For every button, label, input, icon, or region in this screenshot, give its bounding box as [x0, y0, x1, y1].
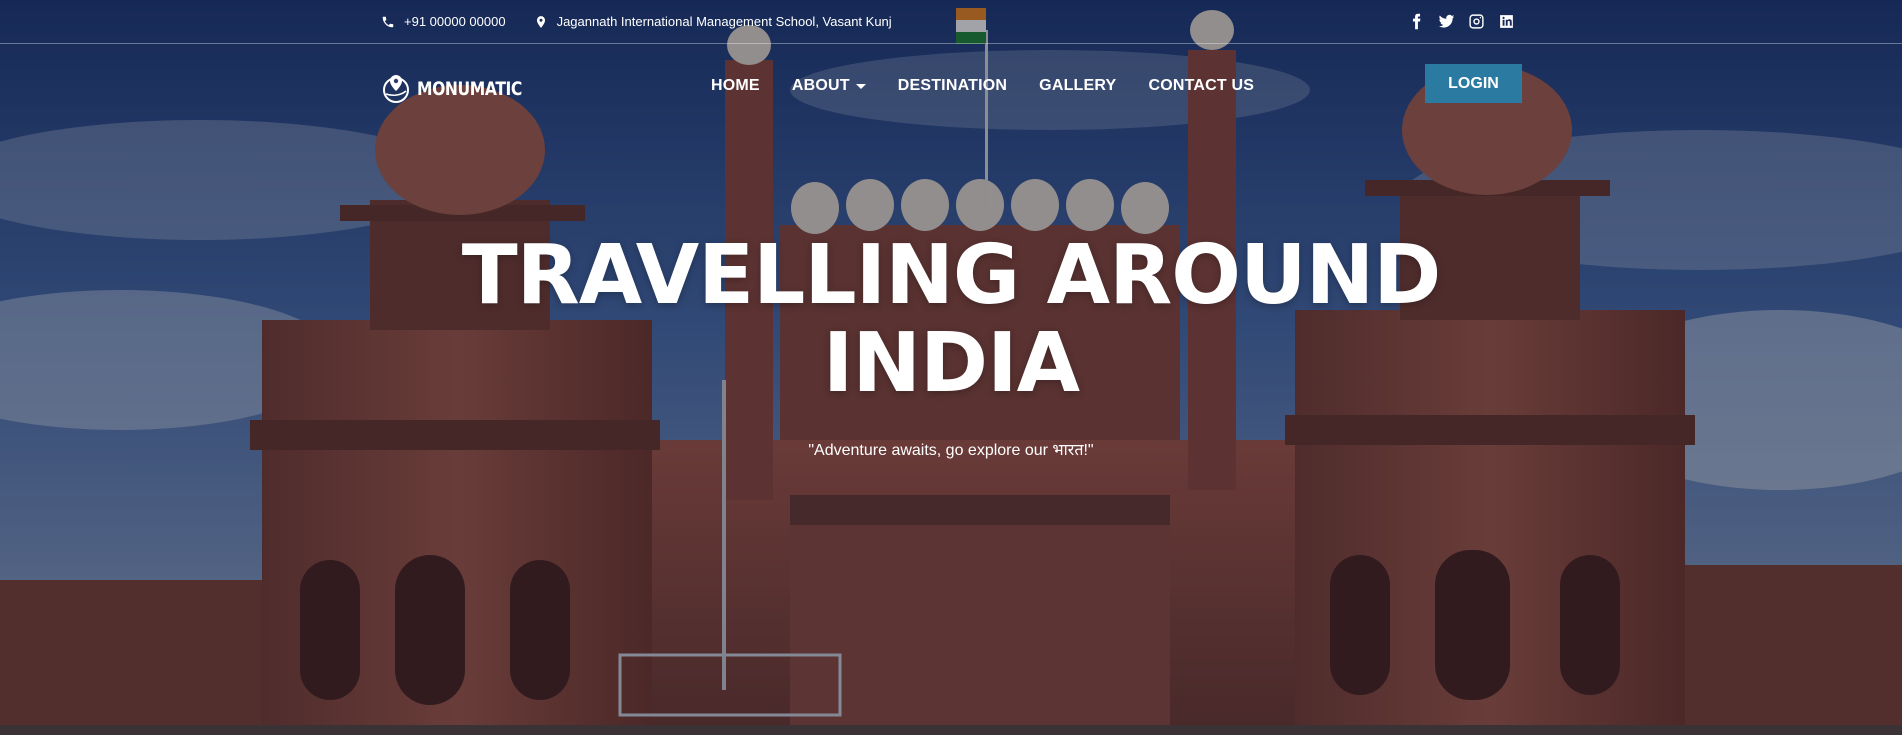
login-button[interactable]: LOGIN	[1425, 64, 1522, 103]
phone-number: +91 00000 00000	[404, 14, 506, 29]
hero-quote: "Adventure awaits, go explore our भारत!"	[808, 442, 1094, 459]
nav-item-about[interactable]: ABOUT	[792, 77, 866, 95]
phone-icon	[382, 16, 394, 27]
nav-label: CONTACT US	[1148, 77, 1255, 94]
topbar-contact: +91 00000 00000 Jagannath International …	[381, 0, 892, 43]
twitter-icon	[1438, 14, 1455, 28]
instagram-link[interactable]	[1468, 13, 1485, 30]
main-navbar: MONUMATIC HOME ABOUT DESTINATION GALLERY…	[0, 44, 1902, 124]
brand-logo[interactable]: MONUMATIC	[381, 72, 545, 106]
globe-pin-logo-icon	[383, 75, 409, 103]
phone-contact[interactable]: +91 00000 00000	[381, 14, 506, 29]
nav-item-gallery[interactable]: GALLERY	[1039, 77, 1116, 95]
social-links	[1408, 0, 1515, 43]
linkedin-icon	[1500, 15, 1513, 28]
nav-label: ABOUT	[791, 77, 850, 94]
nav-item-destination[interactable]: DESTINATION	[898, 77, 1007, 95]
brand-name: MONUMATIC	[417, 78, 522, 100]
nav-label: HOME	[711, 77, 760, 94]
nav-item-contact-us[interactable]: CONTACT US	[1148, 77, 1254, 95]
address-text: Jagannath International Management Schoo…	[556, 14, 892, 29]
hero-title: TRAVELLING AROUND INDIA	[0, 232, 1902, 408]
hero-title-line-1: TRAVELLING AROUND	[461, 228, 1442, 323]
linkedin-link[interactable]	[1498, 13, 1515, 30]
hero-title-line-2: INDIA	[822, 316, 1080, 411]
nav-menu: HOME ABOUT DESTINATION GALLERY CONTACT U…	[711, 72, 1254, 100]
nav-label: DESTINATION	[897, 77, 1008, 94]
facebook-icon	[1412, 13, 1421, 30]
nav-label: GALLERY	[1039, 77, 1117, 94]
twitter-link[interactable]	[1438, 13, 1455, 30]
caret-down-icon	[855, 83, 866, 89]
instagram-icon	[1469, 14, 1484, 29]
facebook-link[interactable]	[1408, 13, 1425, 30]
address-contact[interactable]: Jagannath International Management Schoo…	[534, 14, 892, 29]
map-pin-icon	[536, 15, 545, 28]
nav-item-home[interactable]: HOME	[711, 77, 760, 95]
topbar: +91 00000 00000 Jagannath International …	[0, 0, 1902, 44]
